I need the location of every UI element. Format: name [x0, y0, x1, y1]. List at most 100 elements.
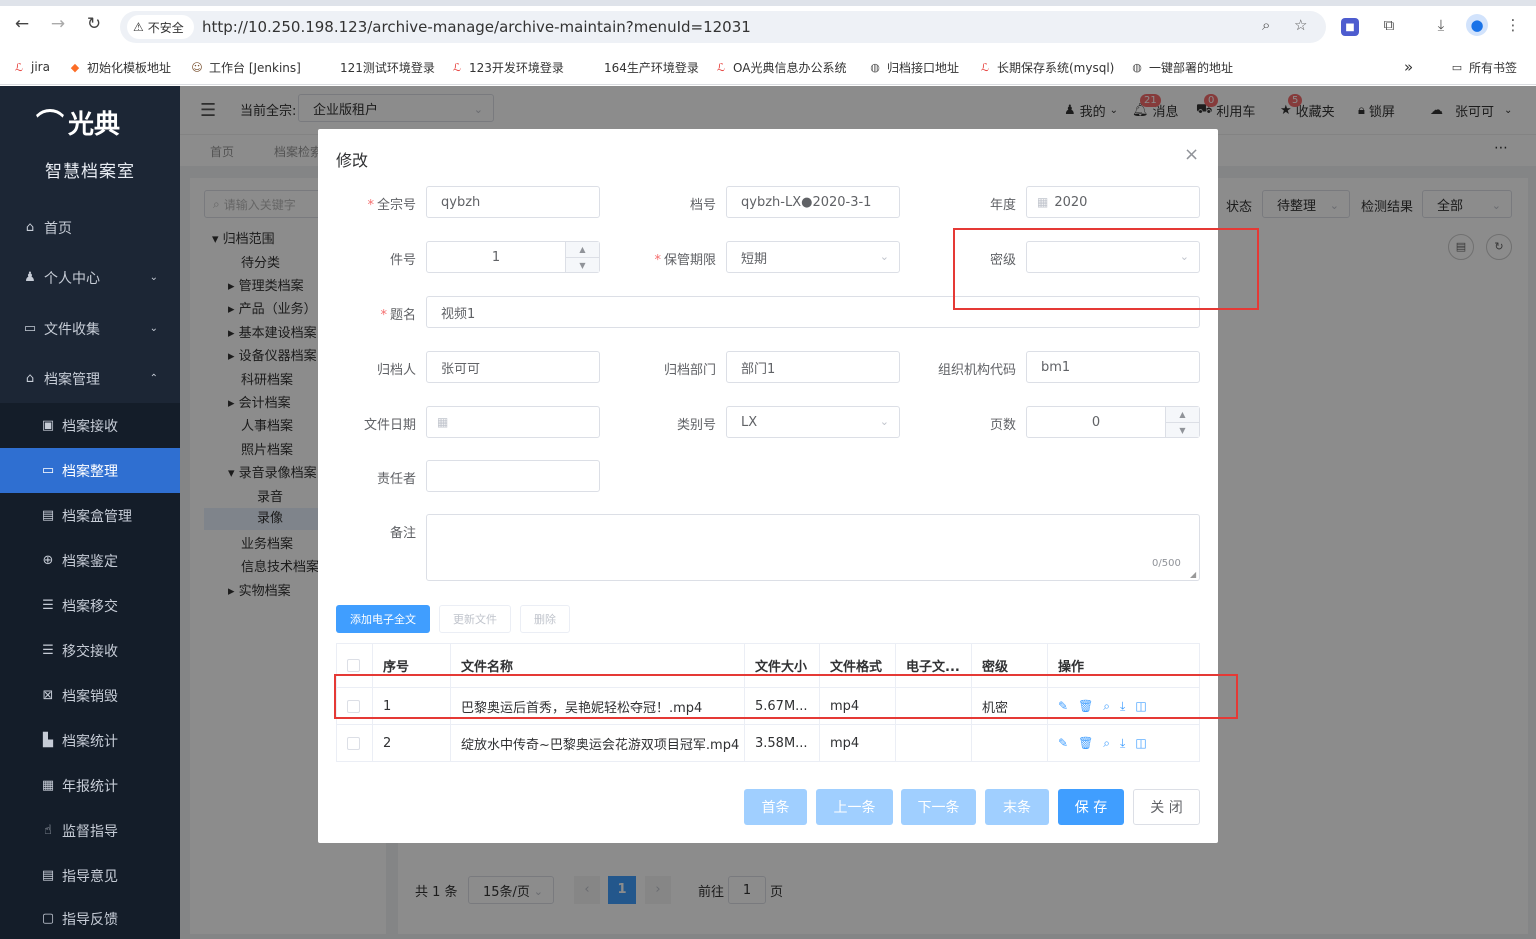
all-bookmarks[interactable]: ▭ 所有书签: [1450, 58, 1517, 76]
row-checkbox[interactable]: [337, 725, 373, 761]
zoom-icon[interactable]: ⌕: [1262, 16, 1270, 34]
row-format: mp4: [820, 725, 896, 761]
item-no-label: 件号: [389, 253, 416, 268]
retention-select[interactable]: 短期 ⌄: [726, 241, 900, 273]
chevron-down-icon[interactable]: ▼: [1166, 422, 1199, 437]
save-button[interactable]: 保 存: [1058, 789, 1124, 825]
table-row[interactable]: 2 绽放水中传奇~巴黎奥运会花游双项目冠军.mp4 3.58M... mp4 ✎…: [337, 725, 1199, 761]
close-button[interactable]: 关 闭: [1133, 789, 1200, 825]
sidebar-item-organize[interactable]: ▭ 档案整理: [0, 448, 180, 493]
org-code-label: 组织机构代码: [937, 363, 1016, 378]
category-select[interactable]: LX ⌄: [726, 406, 900, 438]
archive-no-label: 档号: [689, 198, 716, 213]
resize-handle-icon[interactable]: ◢: [1190, 570, 1196, 579]
close-icon[interactable]: ×: [1184, 144, 1199, 165]
list-icon: ☰: [42, 643, 54, 658]
responsible-label: 责任者: [376, 472, 416, 487]
prev-record-button[interactable]: 上一条: [816, 789, 893, 825]
fonds-no-input[interactable]: qybzh: [426, 186, 600, 218]
link-icon: ℒ: [981, 60, 989, 74]
edit-icon[interactable]: ✎: [1058, 736, 1068, 750]
sidebar-item-receive[interactable]: ▣ 档案接收: [0, 403, 180, 448]
back-icon[interactable]: ←: [8, 10, 36, 38]
org-code-input[interactable]: bm1: [1026, 351, 1200, 383]
sidebar-item-personal[interactable]: ♟ 个人中心 ⌄: [0, 255, 180, 300]
folder-icon: ▭: [23, 321, 37, 336]
year-picker[interactable]: ▦ 2020: [1026, 186, 1200, 218]
sidebar-item-feedback[interactable]: ▢ 指导反馈: [0, 898, 180, 939]
sidebar-item-collect[interactable]: ▭ 文件收集 ⌄: [0, 306, 180, 351]
file-date-picker[interactable]: ▦: [426, 406, 600, 438]
more-bookmarks-icon[interactable]: »: [1404, 58, 1413, 76]
download-icon[interactable]: ⤓: [1430, 14, 1452, 36]
sidebar-item-home[interactable]: ⌂ 首页: [0, 205, 180, 250]
responsible-input[interactable]: [426, 460, 600, 492]
bookmark-jira[interactable]: ℒjira: [12, 58, 50, 76]
add-fulltext-button[interactable]: 添加电子全文: [336, 605, 430, 633]
sidebar-item-transfer-receive[interactable]: ☰ 移交接收: [0, 628, 180, 673]
title-label: * 题名: [380, 308, 416, 323]
chevron-down-icon: ⌄: [879, 250, 889, 263]
update-file-button[interactable]: 更新文件: [439, 605, 511, 633]
archiver-input[interactable]: 张可可: [426, 351, 600, 383]
stepper-buttons[interactable]: ▲ ▼: [565, 242, 599, 272]
url-text[interactable]: http://10.250.198.123/archive-manage/arc…: [202, 18, 751, 36]
globe-icon: ◍: [870, 60, 880, 74]
sidebar-item-box[interactable]: ▤ 档案盒管理: [0, 493, 180, 538]
item-no-stepper[interactable]: 1 ▲ ▼: [426, 241, 600, 273]
folder-icon: ▭: [41, 463, 55, 478]
book-icon[interactable]: ◫: [1135, 736, 1146, 750]
bookmark-123[interactable]: ℒ 123开发环境登录: [450, 58, 564, 76]
sidebar-item-stats[interactable]: ▙ 档案统计: [0, 718, 180, 763]
calendar-icon: ▦: [1037, 195, 1049, 209]
delete-button[interactable]: 删除: [520, 605, 570, 633]
sidebar-item-archive-manage[interactable]: ⌂ 档案管理 ⌃: [0, 356, 180, 401]
bookmark-api[interactable]: ◍ 归档接口地址: [868, 58, 959, 76]
sidebar-item-destroy[interactable]: ⊠ 档案销毁: [0, 673, 180, 718]
chevron-up-icon[interactable]: ▲: [566, 242, 599, 257]
bookmark-oa[interactable]: ℒ OA光典信息办公系统: [714, 58, 846, 76]
sidebar-item-annual[interactable]: ▦ 年报统计: [0, 763, 180, 808]
menu-icon[interactable]: ⋮: [1502, 14, 1524, 36]
reload-icon[interactable]: ↻: [80, 10, 108, 38]
jira-icon: ℒ: [15, 60, 23, 74]
department-input[interactable]: 部门1: [726, 351, 900, 383]
hand-icon: ☝: [44, 823, 52, 838]
bookmark-121[interactable]: 121测试环境登录: [340, 58, 435, 76]
sidebar-item-supervise[interactable]: ☝ 监督指导: [0, 808, 180, 853]
chevron-up-icon[interactable]: ▲: [1166, 407, 1199, 422]
retention-label: * 保管期限: [654, 253, 716, 268]
warning-icon: ⚠: [133, 20, 144, 34]
row-level: [972, 725, 1048, 761]
first-record-button[interactable]: 首条: [744, 789, 807, 825]
last-record-button[interactable]: 末条: [985, 789, 1049, 825]
trash-icon[interactable]: 🗑︎: [1078, 736, 1093, 750]
stepper-buttons[interactable]: ▲ ▼: [1165, 407, 1199, 437]
download-icon[interactable]: ⤓: [1120, 736, 1125, 751]
search-icon[interactable]: ⌕: [1103, 736, 1110, 751]
chevron-down-icon[interactable]: ▼: [566, 257, 599, 272]
logo-icon: ⌒: [36, 107, 65, 140]
star-icon[interactable]: ☆: [1294, 16, 1307, 34]
puzzle-icon[interactable]: ⧉: [1378, 14, 1400, 36]
extension-icon[interactable]: ■: [1341, 18, 1359, 36]
remark-textarea[interactable]: [426, 514, 1200, 581]
next-record-button[interactable]: 下一条: [901, 789, 976, 825]
logo: ⌒ 光典: [36, 102, 120, 142]
chevron-down-icon: ⌄: [879, 415, 889, 428]
sidebar-item-opinion[interactable]: ▤ 指导意见: [0, 853, 180, 898]
forward-icon[interactable]: →: [44, 10, 72, 38]
destroy-icon: ⊠: [42, 688, 54, 703]
globe-icon: ◍: [1132, 60, 1142, 74]
archive-no-input[interactable]: qybzh-LX●2020-3-1: [726, 186, 900, 218]
sidebar-item-appraise[interactable]: ⊕ 档案鉴定: [0, 538, 180, 583]
pages-stepper[interactable]: 0 ▲ ▼: [1026, 406, 1200, 438]
security-chip[interactable]: ⚠ 不安全: [127, 15, 194, 39]
bookmark-longterm[interactable]: ℒ 长期保存系统(mysql): [978, 58, 1114, 76]
profile-icon[interactable]: ●: [1466, 14, 1488, 36]
sidebar-item-transfer[interactable]: ☰ 档案移交: [0, 583, 180, 628]
bookmark-164[interactable]: 164生产环境登录: [604, 58, 699, 76]
bookmark-template[interactable]: ◆ 初始化模板地址: [68, 58, 171, 76]
bookmark-jenkins[interactable]: ☺ 工作台 [Jenkins]: [190, 58, 301, 76]
bookmark-deploy[interactable]: ◍ 一键部署的地址: [1130, 58, 1233, 76]
